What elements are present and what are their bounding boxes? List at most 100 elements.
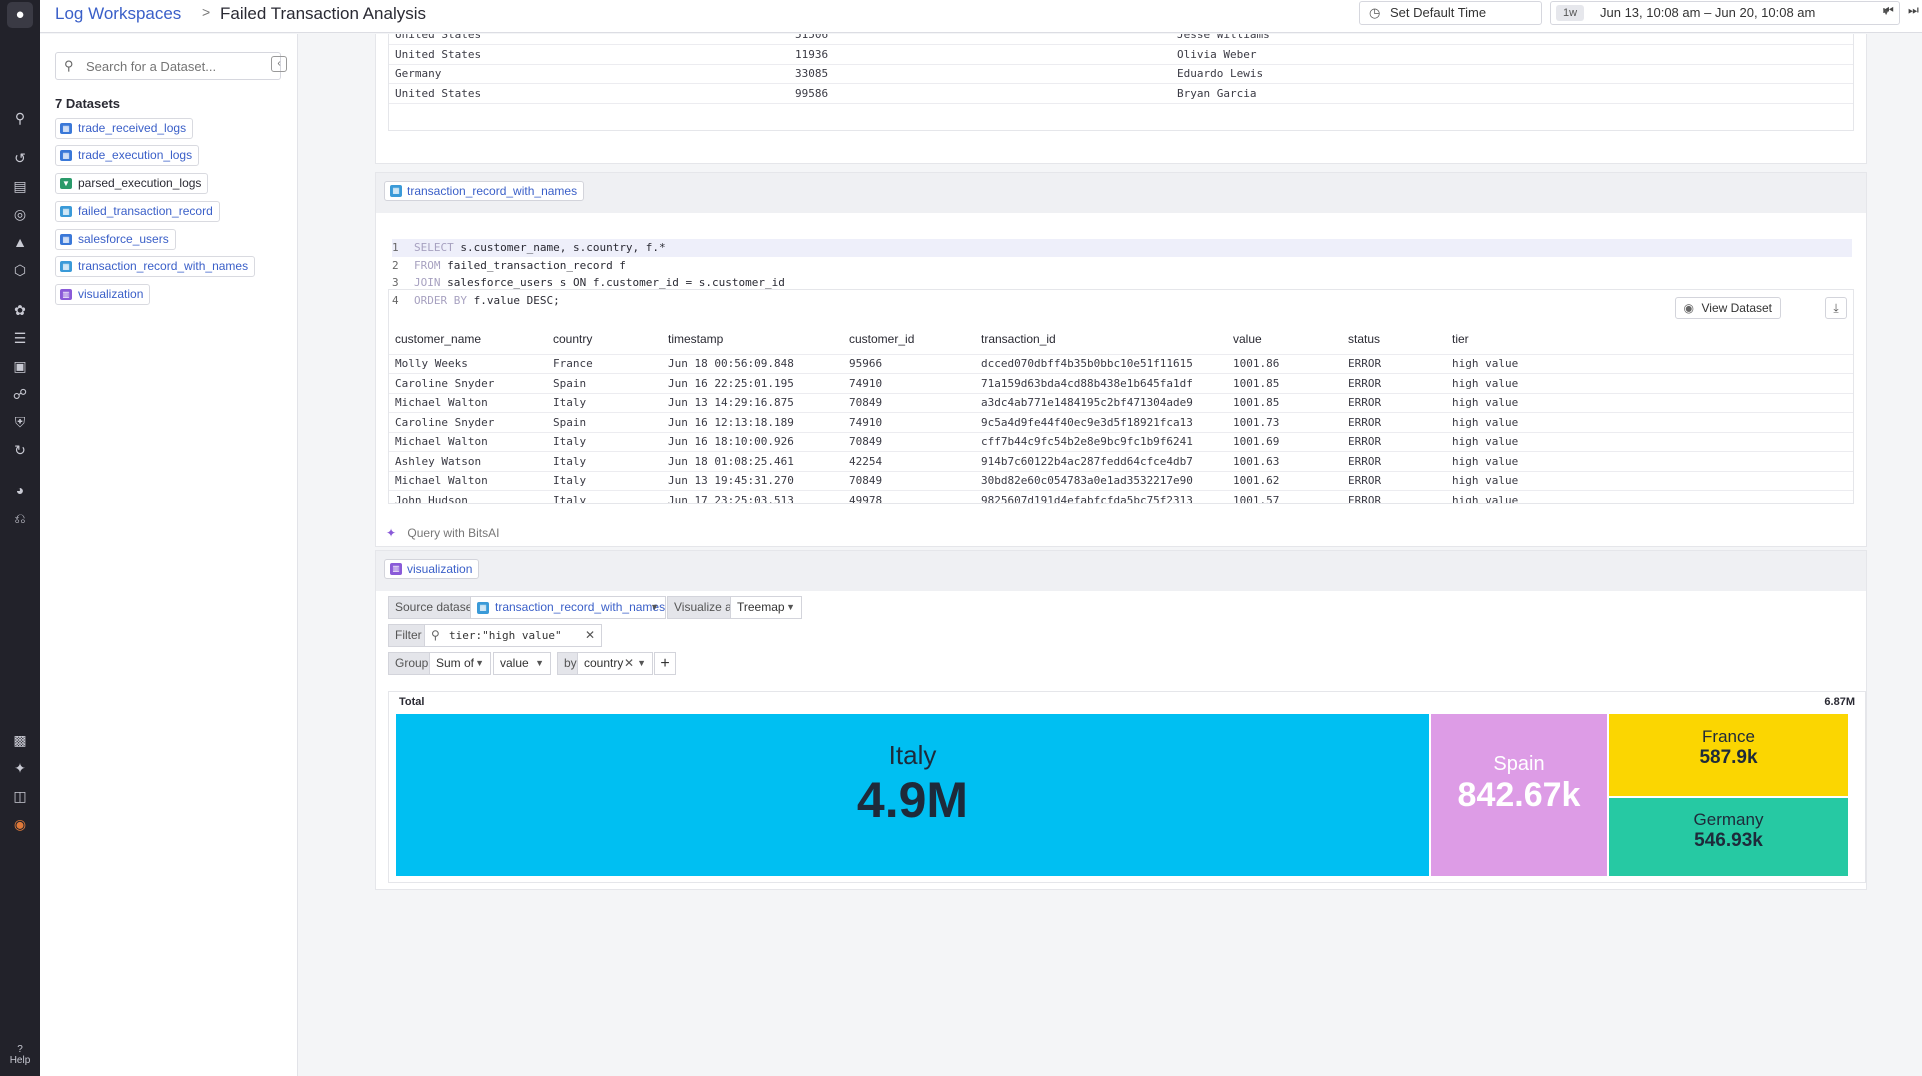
table-cell: 1001.63 xyxy=(1227,451,1342,472)
search-icon: ⚲ xyxy=(64,58,74,73)
table-row[interactable]: John Hudson Italy Jun 17 23:25:03.513 49978… xyxy=(389,490,1853,503)
bits-ai-icon[interactable]: ✦ xyxy=(10,758,30,778)
table-cell: Jun 16 22:25:01.195 xyxy=(662,373,843,394)
step-back-icon[interactable]: ⏮ xyxy=(1883,3,1894,18)
table-row[interactable]: United States 99586 Bryan Garcia xyxy=(389,83,1853,104)
clear-filter-icon[interactable]: ✕ xyxy=(585,625,595,646)
table-row[interactable]: Ashley Watson Italy Jun 18 01:08:25.461 422… xyxy=(389,451,1853,472)
column-header[interactable]: country xyxy=(547,324,662,355)
table-cell: Germany xyxy=(389,64,789,84)
salesforce-users-table[interactable]: United States 51506 Jesse Williams United S… xyxy=(388,34,1854,131)
treemap-cell-germany[interactable]: Germany 546.93k xyxy=(1609,798,1848,876)
dataset-item[interactable]: ▦ trade_execution_logs xyxy=(55,145,200,166)
user-avatar-icon[interactable]: ◉ xyxy=(10,814,30,834)
table-row[interactable]: United States 11936 Olivia Weber xyxy=(389,44,1853,65)
aggregation-select[interactable]: Sum of ▼ xyxy=(429,652,491,675)
table-cell: ERROR xyxy=(1342,393,1446,413)
breadcrumb-log-workspaces[interactable]: Log Workspaces xyxy=(55,4,181,24)
add-group-icon[interactable]: + xyxy=(654,652,676,675)
notebooks-icon[interactable]: ▣ xyxy=(10,356,30,376)
network-icon[interactable]: ☍ xyxy=(10,384,30,404)
dataset-search-input[interactable] xyxy=(86,57,276,75)
treemap-cell-name: Germany xyxy=(1693,810,1764,830)
logs-icon[interactable]: ☰ xyxy=(10,328,30,348)
help-link[interactable]: ? Help xyxy=(0,1044,40,1066)
search-icon[interactable]: ⚲ xyxy=(10,108,30,128)
table-cell: 9c5a4d9fe44f40ec9e3d5f18921fca13 xyxy=(975,412,1227,433)
step-forward-icon[interactable]: ⏭ xyxy=(1908,3,1919,18)
table-cell: 1001.69 xyxy=(1227,432,1342,452)
table-row[interactable]: United States 51506 Jesse Williams xyxy=(389,34,1853,45)
column-header[interactable]: tier xyxy=(1446,324,1853,355)
treemap-cell-value: 546.93k xyxy=(1694,830,1763,852)
table-cell: 70849 xyxy=(843,471,975,491)
table-cell: cff7b44c9fc54b2e8e9bc9fc1b9f6241 xyxy=(975,432,1227,452)
download-icon[interactable]: ⤓ xyxy=(1825,297,1847,319)
dataset-tag[interactable]: ▦ transaction_record_with_names xyxy=(384,181,585,201)
table-cell: 1001.85 xyxy=(1227,393,1342,413)
treemap-cell-france[interactable]: France 587.9k xyxy=(1609,714,1848,796)
table-cell: Jun 18 00:56:09.848 xyxy=(662,354,843,374)
group-by-select[interactable]: country ✕ ▼ xyxy=(577,652,653,675)
table-row[interactable]: Germany 33085 Eduardo Lewis xyxy=(389,64,1853,84)
dataset-item[interactable]: ▥ visualization xyxy=(55,284,151,305)
treemap-cell-spain[interactable]: Spain 842.67k xyxy=(1431,714,1607,876)
dataset-item[interactable]: ▦ failed_transaction_record xyxy=(55,201,220,222)
history-icon[interactable]: ↺ xyxy=(10,148,30,168)
set-default-time-button[interactable]: ◷ Set Default Time xyxy=(1359,1,1542,25)
treemap-cell-italy[interactable]: Italy 4.9M xyxy=(396,714,1429,876)
table-cell: Olivia Weber xyxy=(1171,44,1853,65)
remove-group-icon[interactable]: ✕ xyxy=(624,653,634,674)
treemap-cell-value: 587.9k xyxy=(1699,747,1758,769)
table-cell: high value xyxy=(1446,471,1853,491)
table-row[interactable]: Michael Walton Italy Jun 16 18:10:00.926 70… xyxy=(389,432,1853,452)
dataset-item[interactable]: ▼ parsed_execution_logs xyxy=(55,173,209,194)
column-header[interactable]: transaction_id xyxy=(975,324,1227,355)
dashboards-icon[interactable]: ▤ xyxy=(10,176,30,196)
sql-text: salesforce_users s ON f.customer_id = s.… xyxy=(440,276,785,289)
measure-select[interactable]: value ▼ xyxy=(493,652,551,675)
query-with-bitsai-button[interactable]: ✦ Query with BitsAI xyxy=(386,526,499,540)
table-row[interactable]: Caroline Snyder Spain Jun 16 12:13:18.189 7… xyxy=(389,412,1853,433)
column-header[interactable]: customer_id xyxy=(843,324,975,355)
monitors-icon[interactable]: ◎ xyxy=(10,204,30,224)
table-row[interactable]: Molly Weeks France Jun 18 00:56:09.848 9596… xyxy=(389,354,1853,374)
column-header[interactable]: status xyxy=(1342,324,1446,355)
time-range-chip: 1w xyxy=(1556,5,1585,21)
filter-input[interactable]: ⚲ tier:"high value" ✕ xyxy=(424,624,602,647)
treemap-card: Total 6.87M Italy 4.9M Spain 842.67k France 5… xyxy=(388,691,1866,883)
security-icon[interactable]: ⛨ xyxy=(10,412,30,432)
ci-icon[interactable]: ↻ xyxy=(10,440,30,460)
dataset-tag-label: transaction_record_with_names xyxy=(407,184,578,198)
table-cell: United States xyxy=(389,34,789,45)
top-bar: Log Workspaces > Failed Transaction Anal… xyxy=(40,0,1922,33)
view-dataset-button[interactable]: ◉ View Dataset xyxy=(1674,297,1781,319)
logo-icon[interactable]: ● xyxy=(7,2,33,28)
column-header[interactable]: customer_name xyxy=(389,324,547,355)
column-header[interactable]: value xyxy=(1227,324,1342,355)
table-cell: Italy xyxy=(547,432,662,452)
visualize-as-select[interactable]: Treemap ▼ xyxy=(730,596,802,619)
workflows-icon[interactable]: ⎌ xyxy=(10,508,30,528)
table-row[interactable]: Michael Walton Italy Jun 13 14:29:16.875 70… xyxy=(389,393,1853,413)
time-range-picker[interactable]: 1w Jun 13, 10:08 am – Jun 20, 10:08 am ▼ xyxy=(1550,1,1900,25)
table-row[interactable]: Michael Walton Italy Jun 13 19:45:31.270 70… xyxy=(389,471,1853,491)
table-row[interactable]: Caroline Snyder Spain Jun 16 22:25:01.195 7… xyxy=(389,373,1853,394)
visualization-tag[interactable]: ▥ visualization xyxy=(384,559,480,579)
source-dataset-select[interactable]: ▦ transaction_record_with_names ▼ xyxy=(470,596,666,619)
table-cell: 71a159d63bda4cd88b438e1b645fa1df xyxy=(975,373,1227,394)
collapse-sidebar-icon[interactable]: ‹ xyxy=(271,56,287,72)
dataset-item[interactable]: ▦ transaction_record_with_names xyxy=(55,256,256,277)
table-cell: Bryan Garcia xyxy=(1171,83,1853,104)
dataset-item[interactable]: ▦ trade_received_logs xyxy=(55,118,194,139)
group-by-value: country xyxy=(584,656,624,670)
infrastructure-icon[interactable]: ⬡ xyxy=(10,260,30,280)
integrations-icon[interactable]: ✿ xyxy=(10,300,30,320)
table-cell: Italy xyxy=(547,393,662,413)
chat-icon[interactable]: ◫ xyxy=(10,786,30,806)
column-header[interactable]: timestamp xyxy=(662,324,843,355)
dataset-item[interactable]: ▦ salesforce_users xyxy=(55,229,176,250)
apm-icon[interactable]: ▲ xyxy=(10,232,30,252)
metrics-icon[interactable]: ◕ xyxy=(10,480,30,500)
extensions-icon[interactable]: ▩ xyxy=(10,730,30,750)
